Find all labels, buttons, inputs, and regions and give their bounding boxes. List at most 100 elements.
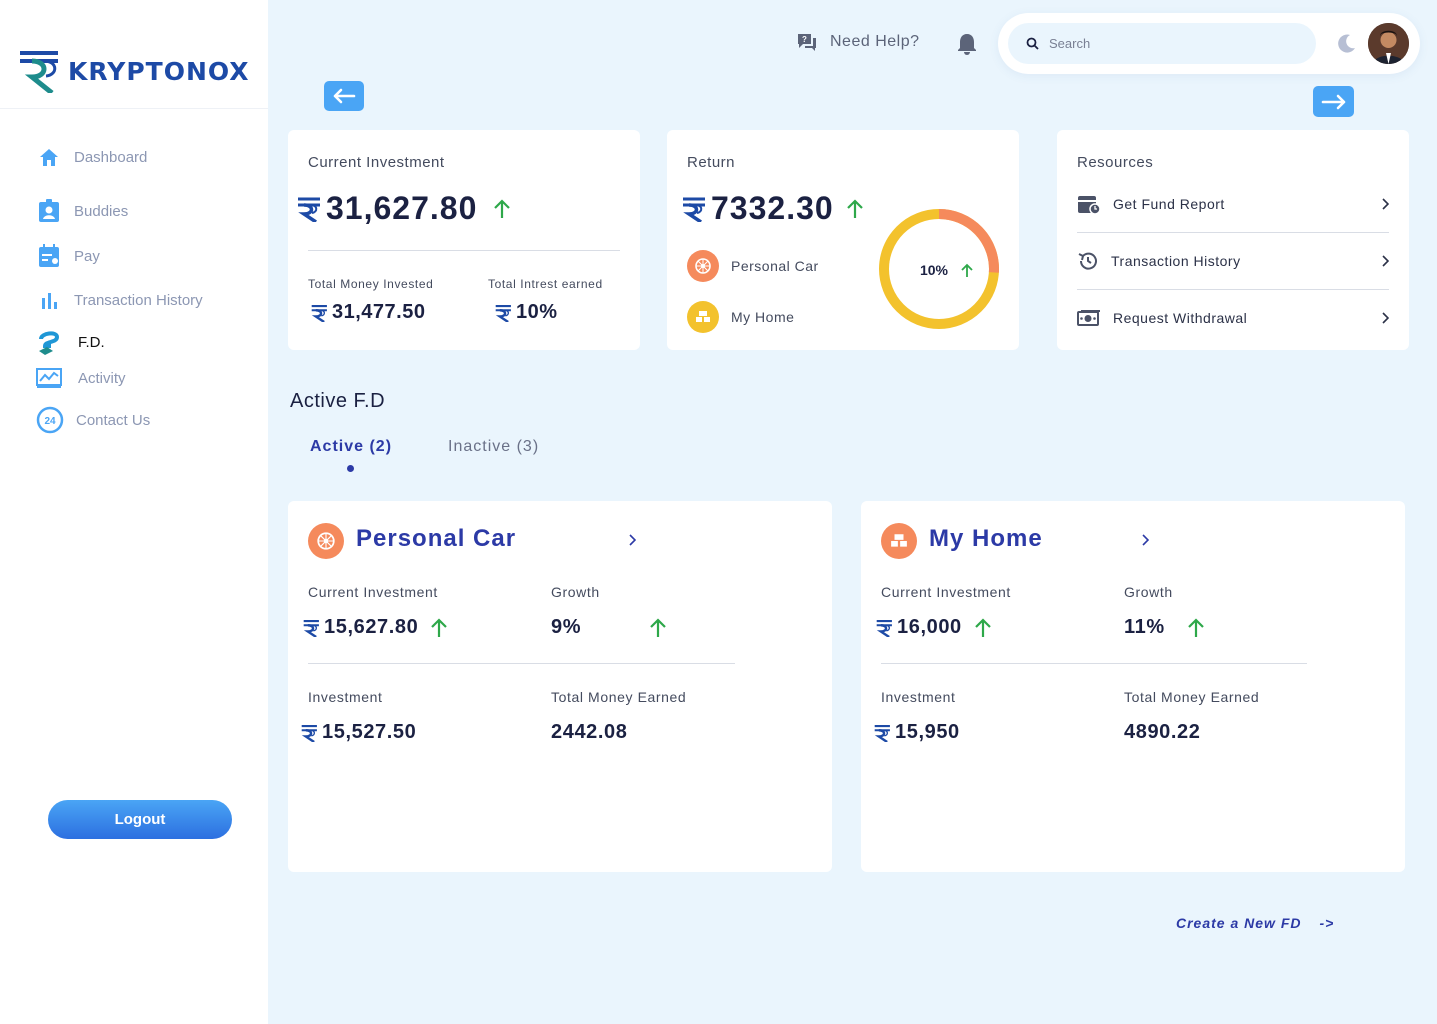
legend-my-home: My Home	[687, 301, 794, 333]
investment-label: Investment	[881, 689, 956, 705]
resources-card: Resources Get Fund Report Transaction Hi…	[1057, 130, 1409, 350]
search-input[interactable]	[1049, 36, 1289, 51]
chevron-right-icon	[1382, 198, 1389, 210]
growth-value: 11%	[1124, 616, 1205, 639]
value-text: 31,477.50	[332, 301, 426, 323]
chevron-right-icon	[1382, 312, 1389, 324]
steering-wheel-icon	[308, 523, 344, 559]
support-24-icon: 24	[36, 406, 64, 434]
steering-wheel-icon	[687, 250, 719, 282]
up-arrow-icon	[846, 198, 863, 218]
chevron-right-icon[interactable]	[1141, 534, 1149, 546]
value-text: 10%	[516, 301, 558, 323]
sidebar-item-label: Pay	[74, 247, 100, 265]
rupee-icon	[303, 619, 319, 637]
up-arrow-icon	[431, 617, 448, 637]
rupee-icon	[874, 724, 890, 742]
up-arrow-icon	[975, 617, 991, 637]
resource-label: Request Withdrawal	[1113, 310, 1248, 326]
avatar[interactable]	[1368, 23, 1409, 64]
sidebar-item-label: Activity	[78, 369, 126, 387]
investment-value: 15,527.50	[300, 721, 416, 744]
home-bricks-icon	[881, 523, 917, 559]
tab-inactive[interactable]: Inactive (3)	[448, 438, 539, 456]
back-arrow-button[interactable]	[324, 81, 364, 111]
home-bricks-icon	[687, 301, 719, 333]
up-arrow-icon	[494, 198, 511, 218]
amount-value: 31,627.80	[326, 190, 478, 226]
earned-value: 2442.08	[551, 721, 628, 744]
value-text: 9%	[551, 616, 582, 638]
rupee-icon	[495, 304, 511, 322]
sidebar-item-label: Contact Us	[76, 411, 151, 429]
cash-icon	[1077, 310, 1100, 326]
chevron-right-icon[interactable]	[628, 534, 636, 546]
current-investment-label: Current Investment	[881, 584, 1011, 600]
divider	[308, 663, 735, 664]
sidebar-item-buddies[interactable]: Buddies	[36, 198, 128, 224]
sidebar-item-pay[interactable]: Pay	[36, 243, 100, 269]
amount-value: 7332.30	[711, 190, 834, 226]
current-investment-label: Current Investment	[308, 584, 438, 600]
earned-label: Total Money Earned	[1124, 689, 1260, 705]
legend-label: Personal Car	[731, 258, 819, 274]
up-arrow-icon	[961, 263, 973, 277]
resource-request-withdrawal[interactable]: Request Withdrawal	[1077, 290, 1389, 346]
card-title: Resources	[1077, 154, 1154, 171]
active-tab-indicator	[347, 465, 354, 472]
total-invested-label: Total Money Invested	[308, 277, 434, 291]
forward-arrow-button[interactable]	[1313, 86, 1354, 117]
arrow-right-icon	[1321, 94, 1345, 109]
fd-card-my-home[interactable]: My Home Current Investment 16,000 Growth…	[861, 501, 1405, 872]
chevron-right-icon	[1382, 255, 1389, 267]
resource-transaction-history[interactable]: Transaction History	[1077, 233, 1389, 289]
rupee-logo-icon	[20, 51, 58, 93]
growth-label: Growth	[1124, 584, 1173, 600]
up-arrow-icon	[1187, 617, 1204, 637]
sidebar-item-fd[interactable]: F.D.	[36, 329, 105, 355]
divider	[881, 663, 1307, 664]
resource-label: Get Fund Report	[1113, 196, 1225, 212]
bell-icon[interactable]	[956, 32, 978, 61]
home-icon	[36, 144, 62, 170]
growth-value: 9%	[551, 616, 667, 639]
create-new-fd-link[interactable]: Create a New FD ->	[1176, 915, 1334, 931]
card-title: Return	[687, 154, 736, 171]
fd-card-personal-car[interactable]: Personal Car Current Investment 15,627.8…	[288, 501, 832, 872]
value-text: 4890.22	[1124, 721, 1201, 743]
value-text: 16,000	[897, 616, 962, 638]
up-arrow-icon	[650, 617, 666, 637]
return-donut-chart: 10%	[879, 209, 999, 329]
dark-mode-moon-icon[interactable]	[1337, 33, 1357, 58]
resource-label: Transaction History	[1111, 253, 1241, 269]
value-text: 15,627.80	[324, 616, 419, 638]
logout-button[interactable]: Logout	[48, 800, 232, 839]
divider	[308, 250, 620, 251]
return-amount: 7332.30	[681, 190, 864, 227]
sidebar-item-contact-us[interactable]: 24 Contact Us	[36, 406, 150, 434]
sidebar-item-activity[interactable]: Activity	[36, 365, 126, 391]
brand-name: KRYPTONOX	[68, 56, 250, 86]
wallet-clock-icon	[1078, 196, 1101, 215]
sidebar-item-dashboard[interactable]: Dashboard	[36, 144, 147, 170]
resource-get-fund-report[interactable]: Get Fund Report	[1077, 176, 1389, 232]
brand-logo[interactable]: KRYPTONOX	[18, 48, 250, 94]
earned-value: 4890.22	[1124, 721, 1201, 744]
value-text: 11%	[1124, 616, 1165, 638]
sidebar: KRYPTONOX Dashboard Buddies Pay Transact…	[0, 0, 268, 1024]
current-investment-value: 15,627.80	[302, 616, 448, 639]
svg-text:?: ?	[802, 35, 807, 44]
card-title: Current Investment	[308, 154, 445, 171]
rupee-icon	[301, 724, 317, 742]
tab-active[interactable]: Active (2)	[310, 438, 392, 456]
fd-hand-icon	[36, 329, 62, 355]
earned-label: Total Money Earned	[551, 689, 687, 705]
help-link[interactable]: ? Need Help?	[796, 32, 920, 52]
interest-value: 10%	[494, 301, 558, 324]
sidebar-item-transaction-history[interactable]: Transaction History	[36, 287, 203, 313]
investment-value: 15,950	[873, 721, 960, 744]
total-invested-value: 31,477.50	[310, 301, 425, 324]
fd-name: My Home	[929, 525, 1043, 552]
contact-card-icon	[36, 198, 62, 224]
sidebar-divider	[0, 108, 268, 109]
